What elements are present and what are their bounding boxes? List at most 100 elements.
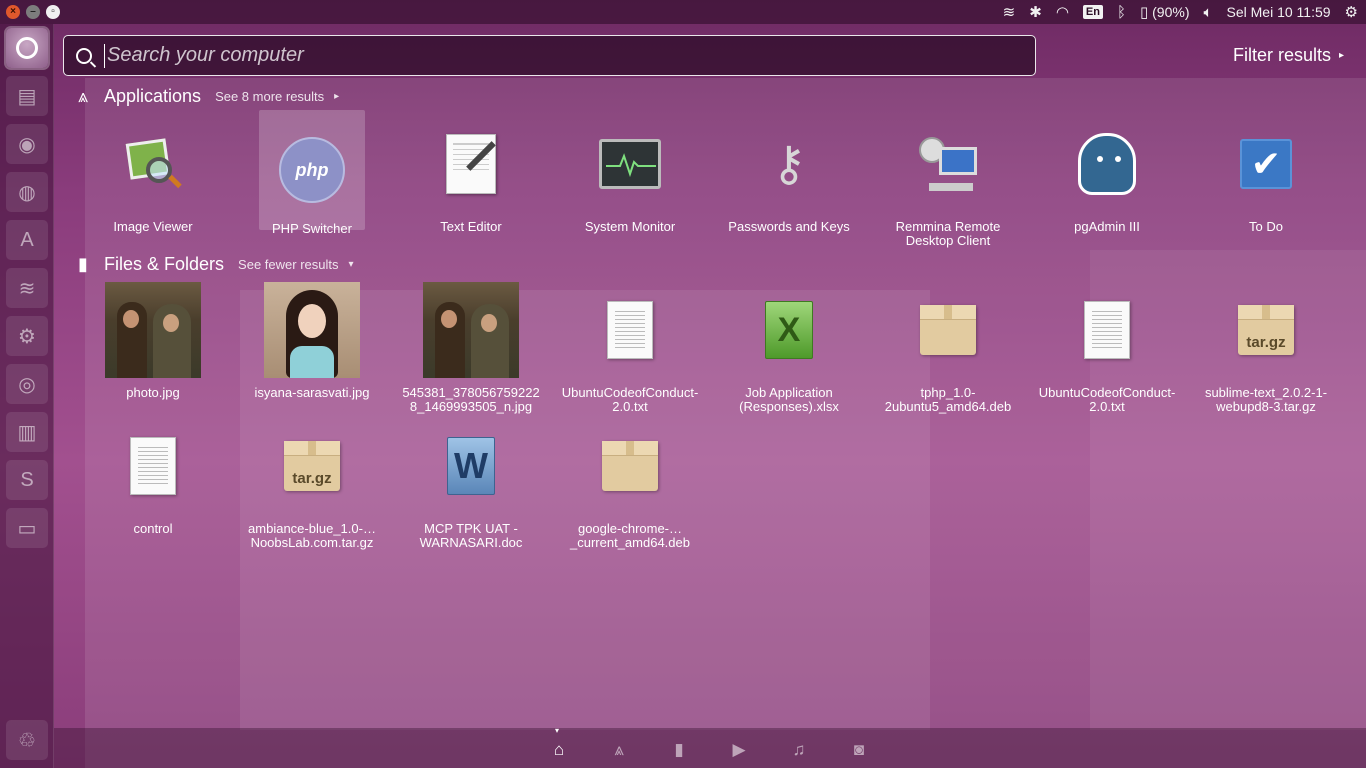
file-icon-box	[105, 418, 201, 514]
search-icon	[76, 47, 92, 64]
app-to-do[interactable]: ✔ To Do	[1191, 116, 1341, 234]
files-lens-icon[interactable]: ▮	[667, 738, 691, 762]
battery-percentage: (90%)	[1152, 4, 1190, 20]
todo-icon-box: ✔	[1218, 116, 1314, 212]
launcher-chrome-icon[interactable]: ◉	[6, 124, 48, 164]
launcher-terminal-icon[interactable]: ▭	[6, 508, 48, 548]
file-thumbnail	[264, 282, 360, 378]
gear-icon[interactable]: ⚙	[1345, 5, 1358, 20]
volume-icon[interactable]: 🔈︎	[1204, 5, 1213, 20]
video-lens-icon[interactable]: ▶	[727, 738, 751, 762]
file-icon-box: tar.gz	[1218, 282, 1314, 378]
app-label: Remmina Remote Desktop Client	[895, 219, 1001, 248]
lens-bar	[54, 728, 1366, 768]
text-editor-icon	[446, 134, 496, 194]
file-category-icon: ▮	[78, 254, 88, 274]
minimize-button[interactable]: –	[26, 5, 40, 19]
archive-badge: tar.gz	[1246, 334, 1286, 351]
search-input[interactable]	[104, 43, 1035, 68]
clock[interactable]: Sel Mei 10 11:59	[1227, 4, 1331, 20]
file-sublime-tar-gz[interactable]: tar.gz sublime-text_2.0.2-1-webupd8-3.ta…	[1191, 282, 1341, 414]
photo-lens-icon[interactable]: ◙	[847, 738, 871, 762]
launcher-stack-icon[interactable]: ≋	[6, 268, 48, 308]
system-monitor-icon	[599, 139, 661, 189]
keyboard-layout-indicator[interactable]: En	[1082, 5, 1103, 19]
app-label: To Do	[1249, 219, 1283, 234]
app-label: pgAdmin III	[1074, 219, 1140, 234]
pgadmin-icon-box	[1059, 116, 1155, 212]
archive-badge: tar.gz	[292, 470, 332, 487]
launcher-spotify-icon[interactable]: ◎	[6, 364, 48, 404]
remmina-icon-box	[900, 116, 996, 212]
app-image-viewer[interactable]: Image Viewer	[78, 116, 228, 234]
file-isyana-jpg[interactable]: isyana-sarasvati.jpg	[237, 282, 387, 400]
file-label: 545381_3780567592228_1469993505_n.jpg	[402, 385, 540, 414]
launcher-firefox-icon[interactable]: ◍	[6, 172, 48, 212]
file-ambiance-blue-tar-gz[interactable]: tar.gz ambiance-blue_1.0-…NoobsLab.com.t…	[237, 418, 387, 550]
launcher-software-center-icon[interactable]: A	[6, 220, 48, 260]
app-label: System Monitor	[584, 219, 676, 234]
file-label: sublime-text_2.0.2-1-webupd8-3.tar.gz	[1204, 385, 1328, 414]
chevron-down-icon: ▾	[348, 259, 354, 270]
files-title: Files & Folders	[104, 254, 225, 274]
launcher-sublime-icon[interactable]: S	[6, 460, 48, 500]
file-ubuntu-coc-txt[interactable]: UbuntuCodeofConduct-2.0.txt	[555, 282, 705, 414]
launcher-document-icon[interactable]: ▥	[6, 412, 48, 452]
file-google-chrome-deb[interactable]: google-chrome-…_current_amd64.deb	[555, 418, 705, 550]
dropbox-icon[interactable]: ≋	[1003, 5, 1016, 20]
filter-results-button[interactable]: Filter results ▸	[1233, 45, 1344, 66]
battery-indicator[interactable]: ▯ (90%)	[1140, 4, 1190, 20]
system-monitor-icon-box	[582, 116, 678, 212]
file-545381-jpg[interactable]: 545381_3780567592228_1469993505_n.jpg	[396, 282, 546, 414]
checkmark-icon: ✔	[1240, 139, 1292, 189]
file-job-application-xlsx[interactable]: X Job Application (Responses).xlsx	[714, 282, 864, 414]
music-lens-icon[interactable]: ♫	[787, 738, 811, 762]
file-icon-box	[582, 282, 678, 378]
file-label: UbuntuCodeofConduct-2.0.txt	[1038, 385, 1176, 414]
chevron-right-icon: ▸	[334, 91, 340, 102]
launcher-settings-icon[interactable]: ⚙	[6, 316, 48, 356]
bluetooth-icon[interactable]: ᛒ	[1117, 5, 1126, 20]
image-viewer-icon	[124, 135, 182, 193]
home-lens-icon[interactable]: ⌂	[547, 738, 571, 762]
file-thumbnail	[105, 282, 201, 378]
php-elephant-icon: php	[279, 137, 345, 203]
archive-icon: tar.gz	[1238, 305, 1294, 355]
app-php-switcher[interactable]: php PHP Switcher	[237, 110, 387, 236]
package-icon	[920, 305, 976, 355]
launcher-files-icon[interactable]: ▤	[6, 76, 48, 116]
file-icon-box	[582, 418, 678, 514]
file-icon-box	[900, 282, 996, 378]
text-document-icon	[130, 437, 176, 495]
app-text-editor[interactable]: Text Editor	[396, 116, 546, 234]
app-pgadmin[interactable]: pgAdmin III	[1032, 116, 1182, 234]
chevron-right-icon: ▸	[1339, 50, 1345, 61]
active-lens-indicator: ▾	[555, 726, 560, 735]
launcher: ▤ ◉ ◍ A ≋ ⚙ ◎ ▥ S ▭ ♲	[0, 24, 54, 768]
file-icon-box: X	[741, 282, 837, 378]
app-system-monitor[interactable]: System Monitor	[555, 116, 705, 234]
file-photo-jpg[interactable]: photo.jpg	[78, 282, 228, 400]
network-tray-icon[interactable]: ✱	[1029, 5, 1042, 20]
file-mcp-tpk-doc[interactable]: W MCP TPK UAT - WARNASARI.doc	[396, 418, 546, 550]
see-fewer-results-link[interactable]: See fewer results	[238, 257, 338, 272]
app-passwords-and-keys[interactable]: ⚷ Passwords and Keys	[714, 116, 864, 234]
file-ubuntu-coc-txt-2[interactable]: UbuntuCodeofConduct-2.0.txt	[1032, 282, 1182, 414]
see-more-results-link[interactable]: See 8 more results	[215, 89, 324, 104]
file-label: UbuntuCodeofConduct-2.0.txt	[561, 385, 699, 414]
wifi-icon[interactable]: ◠	[1056, 5, 1069, 20]
applications-lens-icon[interactable]: ⩓	[607, 738, 631, 762]
file-control[interactable]: control	[78, 418, 228, 536]
dash-home-button[interactable]	[6, 28, 48, 68]
maximize-button[interactable]: ▫	[46, 5, 60, 19]
file-label: MCP TPK UAT - WARNASARI.doc	[419, 521, 523, 550]
launcher-trash-icon[interactable]: ♲	[6, 720, 48, 760]
word-document-icon: W	[447, 437, 495, 495]
close-button[interactable]: ×	[6, 5, 20, 19]
file-tphp-deb[interactable]: tphp_1.0-2ubuntu5_amd64.deb	[873, 282, 1023, 414]
app-remmina[interactable]: Remmina Remote Desktop Client	[873, 116, 1023, 248]
keys-icon: ⚷	[771, 138, 807, 191]
passwords-icon-box: ⚷	[741, 116, 837, 212]
spreadsheet-icon: X	[765, 301, 813, 359]
app-label: PHP Switcher	[272, 221, 352, 236]
